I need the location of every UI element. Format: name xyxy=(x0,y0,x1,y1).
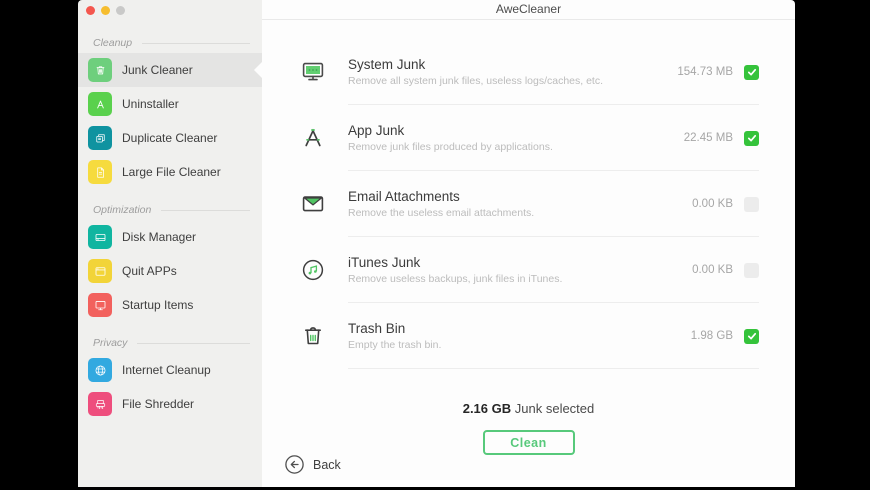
email-icon xyxy=(300,191,326,217)
row-text: iTunes Junk Remove useless backups, junk… xyxy=(348,255,692,285)
check-icon xyxy=(747,67,757,77)
section-label: Privacy xyxy=(78,333,262,353)
file-icon xyxy=(88,160,112,184)
app-junk-icon xyxy=(300,125,326,151)
back-arrow-icon xyxy=(285,455,304,474)
row-text: Trash Bin Empty the trash bin. xyxy=(348,321,691,351)
sidebar-item-label: Internet Cleanup xyxy=(122,363,211,377)
junk-row-system-junk: System Junk Remove all system junk files… xyxy=(262,39,795,105)
section-items: Disk Manager Quit APPs Startup Items xyxy=(78,220,262,322)
minimize-button[interactable] xyxy=(101,6,110,15)
sidebar-item-label: Quit APPs xyxy=(122,264,177,278)
sidebar-item-disk-manager[interactable]: Disk Manager xyxy=(78,220,262,254)
row-title: Email Attachments xyxy=(348,189,692,204)
row-title: App Junk xyxy=(348,123,684,138)
back-label: Back xyxy=(313,458,341,472)
page-title: AweCleaner xyxy=(496,2,561,16)
sidebar-item-label: Duplicate Cleaner xyxy=(122,131,217,145)
row-size: 22.45 MB xyxy=(684,132,733,144)
itunes-icon xyxy=(300,257,326,283)
junk-list: System Junk Remove all system junk files… xyxy=(262,20,795,369)
sidebar-item-label: Junk Cleaner xyxy=(122,63,193,77)
close-button[interactable] xyxy=(86,6,95,15)
uninstall-icon xyxy=(88,92,112,116)
row-description: Remove the useless email attachments. xyxy=(348,207,692,219)
back-button[interactable]: Back xyxy=(285,455,341,474)
sidebar-section: Privacy Internet Cleanup File Shredder xyxy=(78,333,262,421)
junk-row-trash-bin: Trash Bin Empty the trash bin. 1.98 GB xyxy=(262,303,795,369)
row-description: Remove useless backups, junk files in iT… xyxy=(348,273,692,285)
row-checkbox[interactable] xyxy=(744,197,759,212)
sidebar-item-uninstaller[interactable]: Uninstaller xyxy=(78,87,262,121)
system-junk-icon xyxy=(300,59,326,85)
row-size: 0.00 KB xyxy=(692,198,733,210)
trash-icon xyxy=(88,58,112,82)
row-title: System Junk xyxy=(348,57,677,72)
sidebar-section: Cleanup Junk Cleaner Uninstaller Duplica… xyxy=(78,33,262,189)
row-checkbox[interactable] xyxy=(744,65,759,80)
section-label: Cleanup xyxy=(78,33,262,53)
sidebar-item-label: File Shredder xyxy=(122,397,194,411)
sidebar-nav: Cleanup Junk Cleaner Uninstaller Duplica… xyxy=(78,33,262,421)
row-checkbox[interactable] xyxy=(744,329,759,344)
monitor-icon xyxy=(88,293,112,317)
sidebar-item-internet-cleanup[interactable]: Internet Cleanup xyxy=(78,353,262,387)
sidebar: Cleanup Junk Cleaner Uninstaller Duplica… xyxy=(78,0,262,487)
zoom-button[interactable] xyxy=(116,6,125,15)
main-content: AweCleaner System Junk Remove all system… xyxy=(262,0,795,487)
row-checkbox[interactable] xyxy=(744,131,759,146)
sidebar-item-label: Uninstaller xyxy=(122,97,179,111)
row-text: App Junk Remove junk files produced by a… xyxy=(348,123,684,153)
globe-icon xyxy=(88,358,112,382)
row-description: Empty the trash bin. xyxy=(348,339,691,351)
row-size: 1.98 GB xyxy=(691,330,733,342)
sidebar-item-large-file-cleaner[interactable]: Large File Cleaner xyxy=(78,155,262,189)
sidebar-item-junk-cleaner[interactable]: Junk Cleaner xyxy=(78,53,262,87)
trash-bin-icon xyxy=(300,323,326,349)
summary-text: Junk selected xyxy=(515,401,595,416)
summary-size: 2.16 GB xyxy=(463,401,511,416)
junk-row-app-junk: App Junk Remove junk files produced by a… xyxy=(262,105,795,171)
row-size: 0.00 KB xyxy=(692,264,733,276)
sidebar-item-quit-apps[interactable]: Quit APPs xyxy=(78,254,262,288)
row-size: 154.73 MB xyxy=(677,66,733,78)
row-description: Remove junk files produced by applicatio… xyxy=(348,141,684,153)
sidebar-item-label: Disk Manager xyxy=(122,230,196,244)
junk-row-email-attachments: Email Attachments Remove the useless ema… xyxy=(262,171,795,237)
row-description: Remove all system junk files, useless lo… xyxy=(348,75,677,87)
row-checkbox[interactable] xyxy=(744,263,759,278)
row-text: System Junk Remove all system junk files… xyxy=(348,57,677,87)
junk-row-itunes-junk: iTunes Junk Remove useless backups, junk… xyxy=(262,237,795,303)
check-icon xyxy=(747,133,757,143)
row-title: iTunes Junk xyxy=(348,255,692,270)
sidebar-item-label: Startup Items xyxy=(122,298,193,312)
check-icon xyxy=(747,331,757,341)
disk-icon xyxy=(88,225,112,249)
section-items: Junk Cleaner Uninstaller Duplicate Clean… xyxy=(78,53,262,189)
sidebar-section: Optimization Disk Manager Quit APPs Star… xyxy=(78,200,262,322)
section-items: Internet Cleanup File Shredder xyxy=(78,353,262,421)
section-label: Optimization xyxy=(78,200,262,220)
app-window: Cleanup Junk Cleaner Uninstaller Duplica… xyxy=(78,0,795,487)
row-text: Email Attachments Remove the useless ema… xyxy=(348,189,692,219)
sidebar-item-duplicate-cleaner[interactable]: Duplicate Cleaner xyxy=(78,121,262,155)
sidebar-item-label: Large File Cleaner xyxy=(122,165,221,179)
duplicate-icon xyxy=(88,126,112,150)
window-icon xyxy=(88,259,112,283)
summary: 2.16 GB Junk selected xyxy=(262,401,795,416)
sidebar-item-startup-items[interactable]: Startup Items xyxy=(78,288,262,322)
sidebar-item-file-shredder[interactable]: File Shredder xyxy=(78,387,262,421)
shredder-icon xyxy=(88,392,112,416)
row-title: Trash Bin xyxy=(348,321,691,336)
titlebar: AweCleaner xyxy=(262,0,795,20)
traffic-lights xyxy=(78,0,262,22)
clean-button[interactable]: Clean xyxy=(483,430,575,455)
